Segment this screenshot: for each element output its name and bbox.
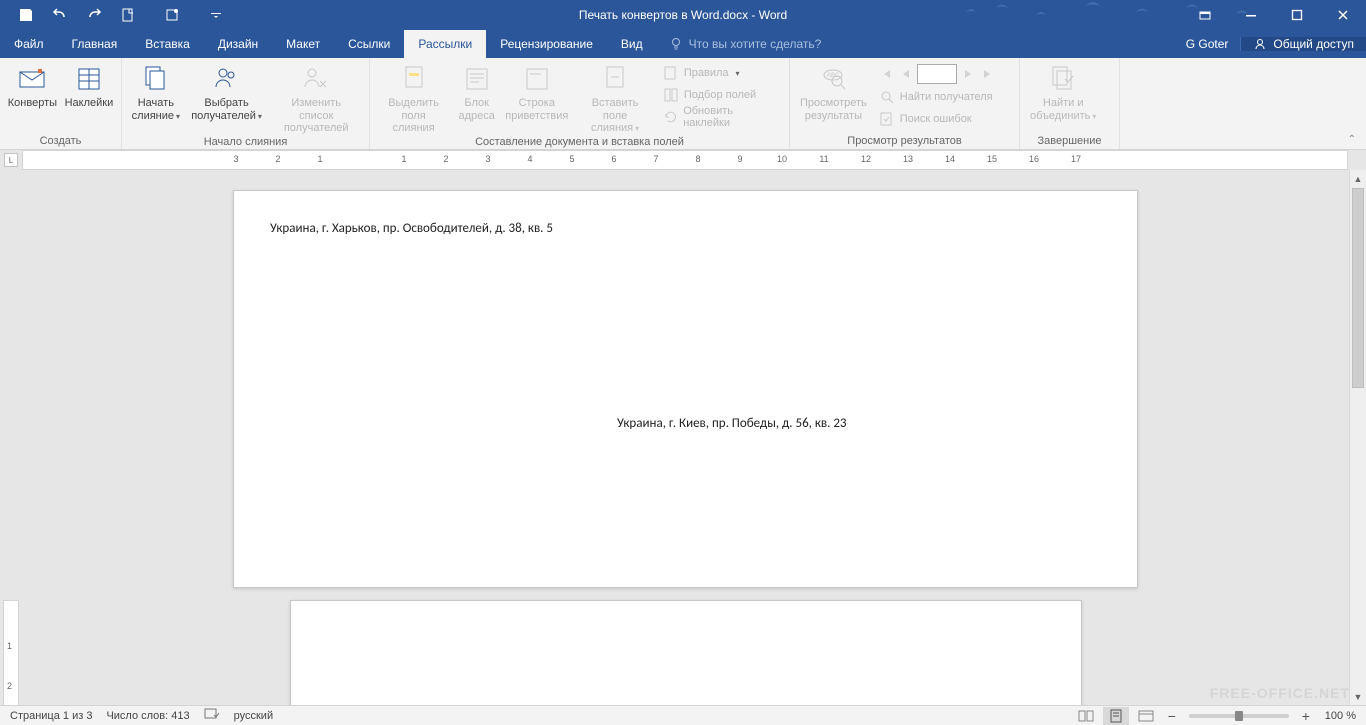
lightbulb-icon xyxy=(669,37,683,51)
ribbon-tabs: Файл Главная Вставка Дизайн Макет Ссылки… xyxy=(0,30,1366,58)
rules-icon xyxy=(663,65,679,81)
select-recipients-button[interactable]: Выбрать получателей▾ xyxy=(186,60,268,122)
tab-file[interactable]: Файл xyxy=(0,30,58,58)
page-2[interactable] xyxy=(290,600,1082,705)
tab-selector[interactable]: L xyxy=(4,153,18,167)
first-record-button xyxy=(877,64,895,84)
tab-design[interactable]: Дизайн xyxy=(204,30,272,58)
tab-view[interactable]: Вид xyxy=(607,30,657,58)
redo-icon[interactable] xyxy=(78,1,110,29)
scroll-up-icon[interactable]: ▲ xyxy=(1350,170,1366,187)
greeting-icon xyxy=(521,63,553,95)
user-name[interactable]: G Goter xyxy=(1174,37,1241,51)
update-labels-button: Обновить наклейки xyxy=(657,106,785,128)
match-icon xyxy=(663,87,679,103)
web-layout-button[interactable] xyxy=(1133,707,1159,725)
undo-icon[interactable] xyxy=(44,1,76,29)
finish-merge-button: Найти и объединить▾ xyxy=(1024,60,1102,122)
labels-icon xyxy=(73,63,105,95)
maximize-icon[interactable] xyxy=(1274,0,1320,30)
start-merge-icon xyxy=(140,63,172,95)
spell-check-icon[interactable] xyxy=(204,707,220,724)
zoom-in-button[interactable]: + xyxy=(1297,707,1315,725)
tab-home[interactable]: Главная xyxy=(58,30,132,58)
group-create: Создать xyxy=(0,134,121,149)
record-navigator xyxy=(873,62,1001,86)
scroll-thumb[interactable] xyxy=(1352,188,1364,388)
labels-button[interactable]: Наклейки xyxy=(61,60,117,110)
group-finish: Завершение xyxy=(1020,134,1119,149)
scroll-down-icon[interactable]: ▼ xyxy=(1350,688,1366,705)
find-recipient-button: Найти получателя xyxy=(873,86,1001,108)
envelopes-button[interactable]: Конверты xyxy=(4,60,61,110)
word-count[interactable]: Число слов: 413 xyxy=(106,710,189,722)
print-layout-button[interactable] xyxy=(1103,707,1129,725)
search-icon xyxy=(879,89,895,105)
sender-address[interactable]: Украина, г. Харьков, пр. Освободителей, … xyxy=(270,221,553,236)
zoom-slider[interactable] xyxy=(1189,714,1289,718)
page-indicator[interactable]: Страница 1 из 3 xyxy=(10,710,92,722)
edit-list-icon xyxy=(300,63,332,95)
vertical-scrollbar[interactable]: ▲ ▼ xyxy=(1349,170,1366,705)
window-title: Печать конвертов в Word.docx - Word xyxy=(579,8,787,22)
new-doc-icon[interactable] xyxy=(112,1,144,29)
record-number-input[interactable] xyxy=(917,64,957,84)
insert-field-icon xyxy=(599,63,631,95)
touch-mode-icon[interactable] xyxy=(156,1,188,29)
close-icon[interactable] xyxy=(1320,0,1366,30)
preview-icon: ABC xyxy=(817,63,849,95)
group-start-merge: Начало слияния xyxy=(122,135,369,150)
document-area: 1 2 Украина, г. Харьков, пр. Освободител… xyxy=(0,170,1366,705)
tab-references[interactable]: Ссылки xyxy=(334,30,404,58)
update-icon xyxy=(663,109,678,125)
highlight-icon xyxy=(398,63,430,95)
ribbon-display-icon[interactable] xyxy=(1182,0,1228,30)
match-fields-button: Подбор полей xyxy=(657,84,785,106)
start-merge-button[interactable]: Начать слияние▾ xyxy=(126,60,186,122)
preview-results-button: ABC Просмотреть результаты xyxy=(794,60,873,122)
finish-icon xyxy=(1047,63,1079,95)
address-icon xyxy=(461,63,493,95)
page-1[interactable]: Украина, г. Харьков, пр. Освободителей, … xyxy=(233,190,1138,588)
zoom-out-button[interactable]: − xyxy=(1163,707,1181,725)
save-icon[interactable] xyxy=(10,1,42,29)
check-icon xyxy=(879,111,895,127)
rules-button: Правила▾ xyxy=(657,62,785,84)
tell-me[interactable]: Что вы хотите сделать? xyxy=(657,30,822,58)
share-button[interactable]: Общий доступ xyxy=(1240,37,1366,51)
vertical-ruler[interactable]: 1 2 xyxy=(3,600,19,705)
highlight-fields-button: Выделить поля слияния xyxy=(374,60,453,135)
status-bar: Страница 1 из 3 Число слов: 413 русский … xyxy=(0,705,1366,725)
minimize-icon[interactable] xyxy=(1228,0,1274,30)
last-record-button xyxy=(979,64,997,84)
recipient-address[interactable]: Украина, г. Киев, пр. Победы, д. 56, кв.… xyxy=(617,416,847,431)
horizontal-ruler[interactable]: 3211234567891011121314151617 xyxy=(22,150,1348,170)
ribbon: Конверты Наклейки Создать Начать слияние… xyxy=(0,58,1366,150)
recipients-icon xyxy=(211,63,243,95)
language-indicator[interactable]: русский xyxy=(234,710,273,722)
title-bar: Печать конвертов в Word.docx - Word xyxy=(0,0,1366,30)
group-preview: Просмотр результатов xyxy=(790,134,1019,149)
share-icon xyxy=(1253,37,1267,51)
next-record-button xyxy=(959,64,977,84)
address-block-button: Блок адреса xyxy=(453,60,500,122)
tab-insert[interactable]: Вставка xyxy=(131,30,204,58)
envelope-icon xyxy=(16,63,48,95)
collapse-ribbon-icon[interactable]: ⌃ xyxy=(1342,132,1362,147)
qat-customize-icon[interactable] xyxy=(200,1,232,29)
tab-mailings[interactable]: Рассылки xyxy=(404,30,486,58)
tab-review[interactable]: Рецензирование xyxy=(486,30,607,58)
ruler-area: L 3211234567891011121314151617 xyxy=(0,150,1366,170)
insert-merge-field-button: Вставить поле слияния▾ xyxy=(573,60,657,135)
group-compose: Составление документа и вставка полей xyxy=(370,135,789,150)
check-errors-button: Поиск ошибок xyxy=(873,108,1001,130)
greeting-line-button: Строка приветствия xyxy=(500,60,573,122)
tab-layout[interactable]: Макет xyxy=(272,30,334,58)
zoom-level[interactable]: 100 % xyxy=(1325,710,1356,722)
edit-recipients-button: Изменить список получателей xyxy=(267,60,365,135)
prev-record-button xyxy=(897,64,915,84)
read-mode-button[interactable] xyxy=(1073,707,1099,725)
